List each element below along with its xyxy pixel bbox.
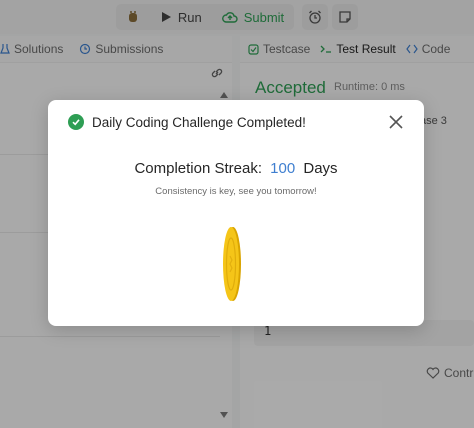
- dialog-tagline: Consistency is key, see you tomorrow!: [155, 186, 317, 197]
- spinning-coin-icon: [221, 226, 243, 307]
- streak-unit: Days: [303, 160, 338, 177]
- success-check-icon: [68, 114, 84, 130]
- streak-label: Completion Streak:: [134, 160, 262, 177]
- streak-line: Completion Streak: 100 Days: [48, 160, 424, 177]
- close-button[interactable]: [388, 114, 404, 130]
- streak-count: 100: [270, 160, 296, 177]
- close-icon: [389, 115, 403, 129]
- dialog-title: Daily Coding Challenge Completed!: [92, 114, 306, 130]
- dialog-header: Daily Coding Challenge Completed!: [68, 114, 306, 130]
- completion-dialog: Daily Coding Challenge Completed! Comple…: [48, 100, 424, 326]
